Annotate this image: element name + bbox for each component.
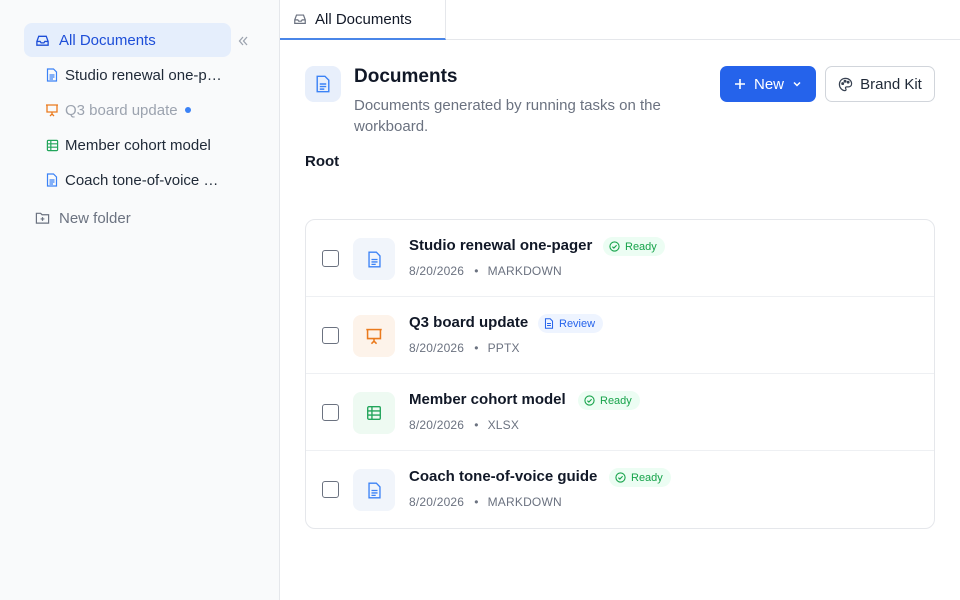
sidebar-item-label: Q3 board update xyxy=(65,101,178,119)
tab-label: All Documents xyxy=(315,10,412,28)
document-format: XLSX xyxy=(487,418,520,432)
status-label: Ready xyxy=(600,394,632,407)
meta-separator: • xyxy=(474,341,479,355)
folder-plus-icon xyxy=(34,210,50,226)
document-title[interactable]: Coach tone-of-voice guide xyxy=(409,468,597,485)
document-date: 8/20/2026 xyxy=(409,495,465,509)
document-meta: 8/20/2026 • MARKDOWN xyxy=(409,264,562,278)
unsaved-indicator xyxy=(184,107,191,113)
spreadsheet-icon xyxy=(353,392,395,434)
presentation-icon xyxy=(353,315,395,357)
chevron-down-icon xyxy=(792,79,802,89)
tab-bar: All Documents xyxy=(280,0,960,40)
document-date: 8/20/2026 xyxy=(409,341,465,355)
row-checkbox[interactable] xyxy=(322,250,339,267)
sidebar-item-member-cohort-model[interactable]: Member cohort model xyxy=(24,128,231,162)
document-icon xyxy=(44,67,60,83)
sidebar-item-studio-renewal[interactable]: Studio renewal one-pager xyxy=(24,58,231,92)
table-row[interactable]: Q3 board update Review 8/20/2026 • PPTX xyxy=(306,297,934,374)
new-button-label: New xyxy=(753,75,784,93)
status-badge: Ready xyxy=(609,468,671,487)
check-circle-icon xyxy=(609,241,620,252)
row-checkbox[interactable] xyxy=(322,404,339,421)
new-folder-label: New folder xyxy=(59,209,131,227)
breadcrumb[interactable]: Root xyxy=(305,153,339,170)
sidebar-item-label: All Documents xyxy=(59,31,156,49)
table-row[interactable]: Coach tone-of-voice guide Ready 8/20/202… xyxy=(306,451,934,528)
document-icon xyxy=(544,318,554,329)
brand-kit-button[interactable]: Brand Kit xyxy=(825,66,935,102)
status-badge: Ready xyxy=(578,391,640,410)
palette-icon xyxy=(838,77,853,92)
document-meta: 8/20/2026 • PPTX xyxy=(409,341,520,355)
document-format: PPTX xyxy=(487,341,520,355)
status-label: Review xyxy=(559,317,596,330)
meta-separator: • xyxy=(474,264,479,278)
document-title[interactable]: Studio renewal one-pager xyxy=(409,237,592,254)
plus-icon xyxy=(734,78,746,90)
document-list: Studio renewal one-pager Ready 8/20/2026… xyxy=(305,219,935,529)
sidebar-item-q3-board-update[interactable]: Q3 board update xyxy=(24,93,231,127)
sidebar: All Documents Studio renewal one-pager Q… xyxy=(0,0,280,600)
brand-kit-label: Brand Kit xyxy=(860,75,922,93)
document-icon xyxy=(353,238,395,280)
meta-separator: • xyxy=(474,418,479,432)
inbox-icon xyxy=(293,12,307,26)
check-circle-icon xyxy=(584,395,595,406)
row-checkbox[interactable] xyxy=(322,327,339,344)
status-badge: Review xyxy=(538,314,604,333)
new-button[interactable]: New xyxy=(720,66,816,102)
sidebar-item-label: Coach tone-of-voice guide xyxy=(65,171,222,189)
sidebar-item-coach-tone-guide[interactable]: Coach tone-of-voice guide xyxy=(24,163,231,197)
tab-all-documents[interactable]: All Documents xyxy=(280,0,446,40)
meta-separator: • xyxy=(474,495,479,509)
page-subtitle: Documents generated by running tasks on … xyxy=(354,97,661,135)
document-meta: 8/20/2026 • XLSX xyxy=(409,418,519,432)
document-title[interactable]: Q3 board update xyxy=(409,314,528,331)
spreadsheet-icon xyxy=(44,137,60,153)
document-date: 8/20/2026 xyxy=(409,264,465,278)
page-title: Documents xyxy=(354,66,458,87)
presentation-icon xyxy=(44,102,60,118)
sidebar-item-label: Member cohort model xyxy=(65,136,211,154)
status-label: Ready xyxy=(631,471,663,484)
status-label: Ready xyxy=(625,240,657,253)
documents-header-icon xyxy=(305,66,341,102)
check-circle-icon xyxy=(615,472,626,483)
inbox-icon xyxy=(34,32,50,48)
document-date: 8/20/2026 xyxy=(409,418,465,432)
document-format: MARKDOWN xyxy=(487,495,562,509)
document-icon xyxy=(44,172,60,188)
status-badge: Ready xyxy=(603,237,665,256)
sidebar-item-all-documents[interactable]: All Documents xyxy=(24,23,231,57)
table-row[interactable]: Member cohort model Ready 8/20/2026 • XLSX xyxy=(306,374,934,451)
row-checkbox[interactable] xyxy=(322,481,339,498)
document-meta: 8/20/2026 • MARKDOWN xyxy=(409,495,562,509)
sidebar-item-label: Studio renewal one-pager xyxy=(65,66,222,84)
document-title[interactable]: Member cohort model xyxy=(409,391,566,408)
collapse-sidebar-icon[interactable] xyxy=(234,32,252,50)
document-icon xyxy=(353,469,395,511)
document-format: MARKDOWN xyxy=(487,264,562,278)
new-folder-button[interactable]: New folder xyxy=(24,201,231,235)
table-row[interactable]: Studio renewal one-pager Ready 8/20/2026… xyxy=(306,220,934,297)
